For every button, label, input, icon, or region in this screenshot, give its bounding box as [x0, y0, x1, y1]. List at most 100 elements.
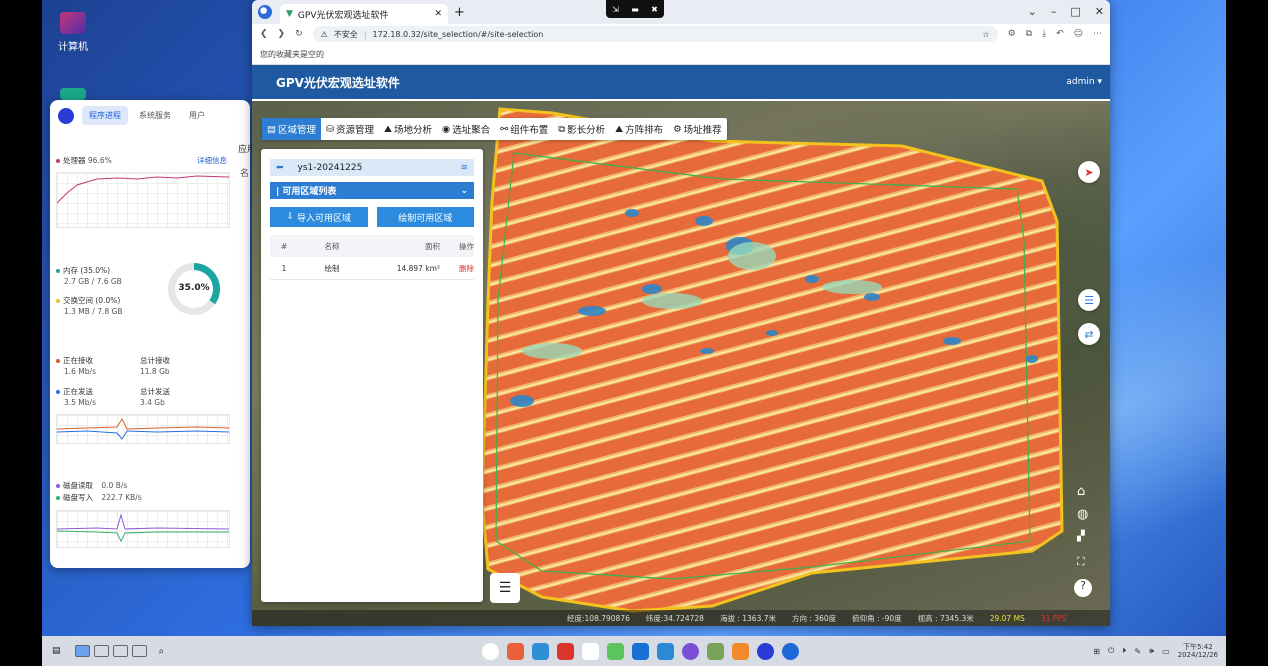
browser-navbar: ❮ ❯ ↻ ⚠ 不安全 | 172.18.0.32/site_selection…: [252, 24, 1110, 44]
profile-icon[interactable]: ☺: [1074, 29, 1083, 39]
delete-link[interactable]: 删除: [440, 263, 474, 274]
send-value: 3.5 Mb/s: [64, 398, 96, 407]
app-title: GPV光伏宏观选址软件: [276, 75, 400, 90]
detail-link[interactable]: 详细信息: [197, 155, 227, 166]
tab-list-icon[interactable]: ⌄: [1028, 5, 1037, 18]
system-monitor-icon[interactable]: [757, 642, 774, 660]
tool-site-recommend[interactable]: ⚙ 场址推荐: [668, 118, 727, 140]
draw-label: 绘制可用区域: [398, 213, 453, 224]
volume-icon[interactable]: 🕪: [1149, 646, 1154, 656]
windows-icon[interactable]: [657, 642, 674, 660]
home-icon[interactable]: ⌂: [1077, 484, 1085, 499]
download-icon[interactable]: ⤓: [1042, 29, 1046, 39]
tool-label: 场址推荐: [683, 125, 722, 136]
tab-processes[interactable]: 程序进程: [82, 106, 128, 125]
address-bar[interactable]: ⚠ 不安全 | 172.18.0.32/site_selection/#/sit…: [312, 26, 998, 42]
tool-label: 选址聚合: [452, 125, 491, 136]
archive-icon[interactable]: [732, 642, 749, 660]
tab-users[interactable]: 用户: [182, 106, 212, 125]
row-name: 绘制: [324, 263, 340, 273]
map-statusbar: 经度:108.790876 纬度:34.724728 海拔 : 1363.7米 …: [252, 610, 1110, 626]
tool-area-management[interactable]: ▤ 区域管理: [262, 118, 321, 140]
history-icon[interactable]: ↶: [1056, 29, 1064, 39]
minimize-icon[interactable]: –: [1051, 5, 1057, 18]
draw-area-button[interactable]: 绘制可用区域: [376, 207, 474, 227]
layer-list-icon[interactable]: ☰: [1078, 289, 1100, 311]
swap-icon[interactable]: ⇄: [1078, 323, 1100, 345]
file-manager-icon[interactable]: [532, 642, 549, 660]
bookmarks-bar: 您的收藏夹是空的: [252, 44, 1110, 65]
legend-button[interactable]: ☰: [490, 573, 520, 603]
user-menu[interactable]: admin ▾: [1066, 77, 1102, 87]
tool-site-analysis[interactable]: ⛰ 场地分析: [379, 118, 437, 140]
remote-control-bar[interactable]: ⇲ ▬ ✖: [606, 0, 664, 18]
reload-icon[interactable]: ↻: [295, 29, 303, 39]
system-tray: ⊞ ⏻ ⏵ ✎ 🕪 ▭ 下午5:42 2024/12/26: [1093, 643, 1218, 659]
app-store-icon[interactable]: [507, 642, 524, 660]
extensions-icon[interactable]: ⚙: [1008, 29, 1016, 39]
clock[interactable]: 下午5:42 2024/12/26: [1178, 643, 1218, 659]
fullscreen-icon[interactable]: ⛶: [1077, 555, 1085, 569]
tool-component-layout[interactable]: ⚯ 组件布置: [495, 118, 553, 140]
import-area-button[interactable]: ⇩ 导入可用区域: [270, 207, 368, 227]
map-viewport[interactable]: ▤ 区域管理 ⛁ 资源管理 ⛰ 场地分析 ◉ 选址聚合 ⚯ 组件布置 ⧉ 影长分析 ⛰ 方阵排…: [252, 101, 1110, 626]
cpu-graph-line: [56, 175, 230, 204]
pen-icon[interactable]: ✎: [1134, 647, 1141, 656]
search-icon[interactable]: ⌕: [159, 646, 165, 657]
cpu-graph: [56, 172, 230, 228]
workspace-4[interactable]: [131, 645, 147, 657]
music-icon[interactable]: [607, 642, 624, 660]
browser-logo-icon[interactable]: [258, 5, 272, 19]
keyboard-icon[interactable]: ▬: [631, 5, 639, 14]
taskbar-apps: [482, 642, 799, 660]
browser-tab[interactable]: ▼ GPV光伏宏观选址软件 ✕: [280, 4, 448, 24]
forward-icon[interactable]: ❯: [278, 29, 286, 39]
disk-write-value: 222.7 KB/s: [101, 493, 142, 502]
tool-resource-management[interactable]: ⛁ 资源管理: [321, 118, 379, 140]
board-icon[interactable]: [632, 642, 649, 660]
tab-close-icon[interactable]: ✕: [434, 9, 442, 19]
settings-icon[interactable]: [682, 642, 699, 660]
disk-graph-lines: [56, 513, 230, 543]
collections-icon[interactable]: ⧉: [1026, 29, 1032, 39]
compass-icon[interactable]: ➤: [1078, 161, 1100, 183]
workspace-2[interactable]: [93, 645, 109, 657]
tool-array-layout[interactable]: ⛰ 方阵排布: [610, 118, 668, 140]
power-icon[interactable]: ⏻: [1108, 646, 1114, 656]
display-icon[interactable]: ▭: [1162, 647, 1170, 656]
menu-icon[interactable]: ⋯: [1093, 29, 1102, 39]
media-control-icon[interactable]: ⏵: [1122, 646, 1126, 656]
globe-icon[interactable]: ◍: [1077, 507, 1088, 522]
close-icon[interactable]: ✕: [1095, 5, 1104, 18]
browser-tabbar: ▼ GPV光伏宏观选址软件 ✕ + ⇲ ▬ ✖ ⌄ – □ ✕: [252, 0, 1110, 24]
new-tab-button[interactable]: +: [454, 5, 465, 20]
close-session-icon[interactable]: ✖: [651, 5, 658, 14]
pin-icon[interactable]: ⇲: [612, 5, 619, 14]
maximize-icon[interactable]: □: [1070, 5, 1080, 18]
tool-shadow-analysis[interactable]: ⧉ 影长分析: [553, 118, 610, 140]
calendar-icon[interactable]: [582, 642, 599, 660]
screenshot-icon[interactable]: ⊞: [1093, 647, 1100, 656]
available-area-list-header[interactable]: | 可用区域列表 ⌄: [270, 182, 474, 199]
workspace-3[interactable]: [112, 645, 128, 657]
navigation-icon[interactable]: ▞: [1077, 531, 1085, 542]
notes-icon[interactable]: ▤: [52, 646, 61, 656]
help-icon[interactable]: ?: [1074, 579, 1092, 597]
import-icon: ⇩: [286, 212, 295, 222]
desktop-icon-computer[interactable]: 计算机: [58, 12, 88, 53]
layers-icon[interactable]: ≋: [460, 163, 468, 173]
tool-site-aggregation[interactable]: ◉ 选址聚合: [437, 118, 495, 140]
workspace-1[interactable]: [74, 645, 90, 657]
trash-icon[interactable]: [707, 642, 724, 660]
browser-taskbar-icon[interactable]: [782, 642, 799, 660]
status-ms: 29.07 MS: [989, 613, 1025, 623]
total-recv-label: 总计接收: [140, 356, 170, 365]
total-send-value: 3.4 Gb: [140, 398, 165, 407]
star-icon[interactable]: ☆: [982, 30, 989, 39]
back-arrow-icon[interactable]: ⬅: [276, 163, 284, 173]
tab-services[interactable]: 系统服务: [132, 106, 178, 125]
table-row[interactable]: 1 绘制 14.897 km² 删除: [270, 257, 474, 280]
launcher-icon[interactable]: [482, 642, 499, 660]
media-icon[interactable]: [557, 642, 574, 660]
back-icon[interactable]: ❮: [260, 29, 268, 39]
